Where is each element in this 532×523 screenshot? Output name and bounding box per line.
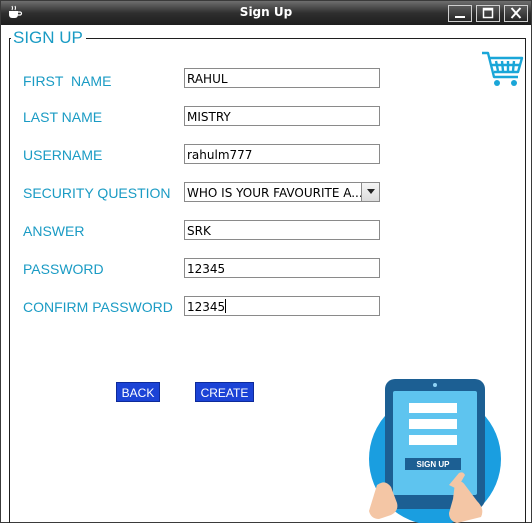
security-question-value: WHO IS YOUR FAVOURITE A... bbox=[187, 186, 363, 200]
maximize-icon bbox=[482, 7, 494, 19]
back-button[interactable]: BACK bbox=[116, 382, 160, 402]
security-question-dropdown[interactable]: WHO IS YOUR FAVOURITE A... bbox=[184, 182, 380, 202]
text-caret bbox=[225, 299, 227, 313]
last-name-label: LAST NAME bbox=[23, 109, 103, 125]
answer-label: ANSWER bbox=[23, 223, 85, 239]
password-field[interactable]: 12345 bbox=[184, 258, 380, 278]
signup-tablet-illustration: SIGN UP bbox=[369, 379, 501, 523]
signup-window: Sign Up SIGN UP FIRST NAME RAHUL LAST NA… bbox=[0, 0, 532, 523]
dropdown-arrow-button[interactable] bbox=[361, 183, 379, 201]
dropdown-arrow-icon bbox=[366, 189, 375, 194]
confirm-password-value: 12345 bbox=[187, 300, 226, 314]
username-field[interactable]: rahulm777 bbox=[184, 144, 380, 164]
close-icon bbox=[510, 7, 522, 19]
last-name-field[interactable]: MISTRY bbox=[184, 106, 380, 126]
username-label: USERNAME bbox=[23, 147, 103, 163]
confirm-password-label: CONFIRM PASSWORD bbox=[23, 299, 173, 315]
maximize-button[interactable] bbox=[476, 5, 500, 22]
first-name-field[interactable]: RAHUL bbox=[184, 68, 380, 88]
create-button[interactable]: CREATE bbox=[195, 382, 254, 402]
minimize-icon bbox=[455, 16, 465, 18]
answer-field[interactable]: SRK bbox=[184, 220, 380, 240]
title-bar[interactable]: Sign Up bbox=[1, 1, 531, 25]
minimize-button[interactable] bbox=[448, 5, 472, 22]
illustration-signup-text: SIGN UP bbox=[417, 460, 451, 469]
password-label: PASSWORD bbox=[23, 261, 104, 277]
first-name-label: FIRST NAME bbox=[23, 73, 112, 89]
window-content: SIGN UP FIRST NAME RAHUL LAST NAME MISTR… bbox=[1, 25, 531, 523]
shopping-cart-icon bbox=[482, 51, 524, 86]
close-button[interactable] bbox=[504, 5, 528, 22]
group-title: SIGN UP bbox=[11, 28, 86, 48]
confirm-password-field[interactable]: 12345 bbox=[184, 296, 380, 316]
security-question-label: SECURITY QUESTION bbox=[23, 185, 171, 201]
